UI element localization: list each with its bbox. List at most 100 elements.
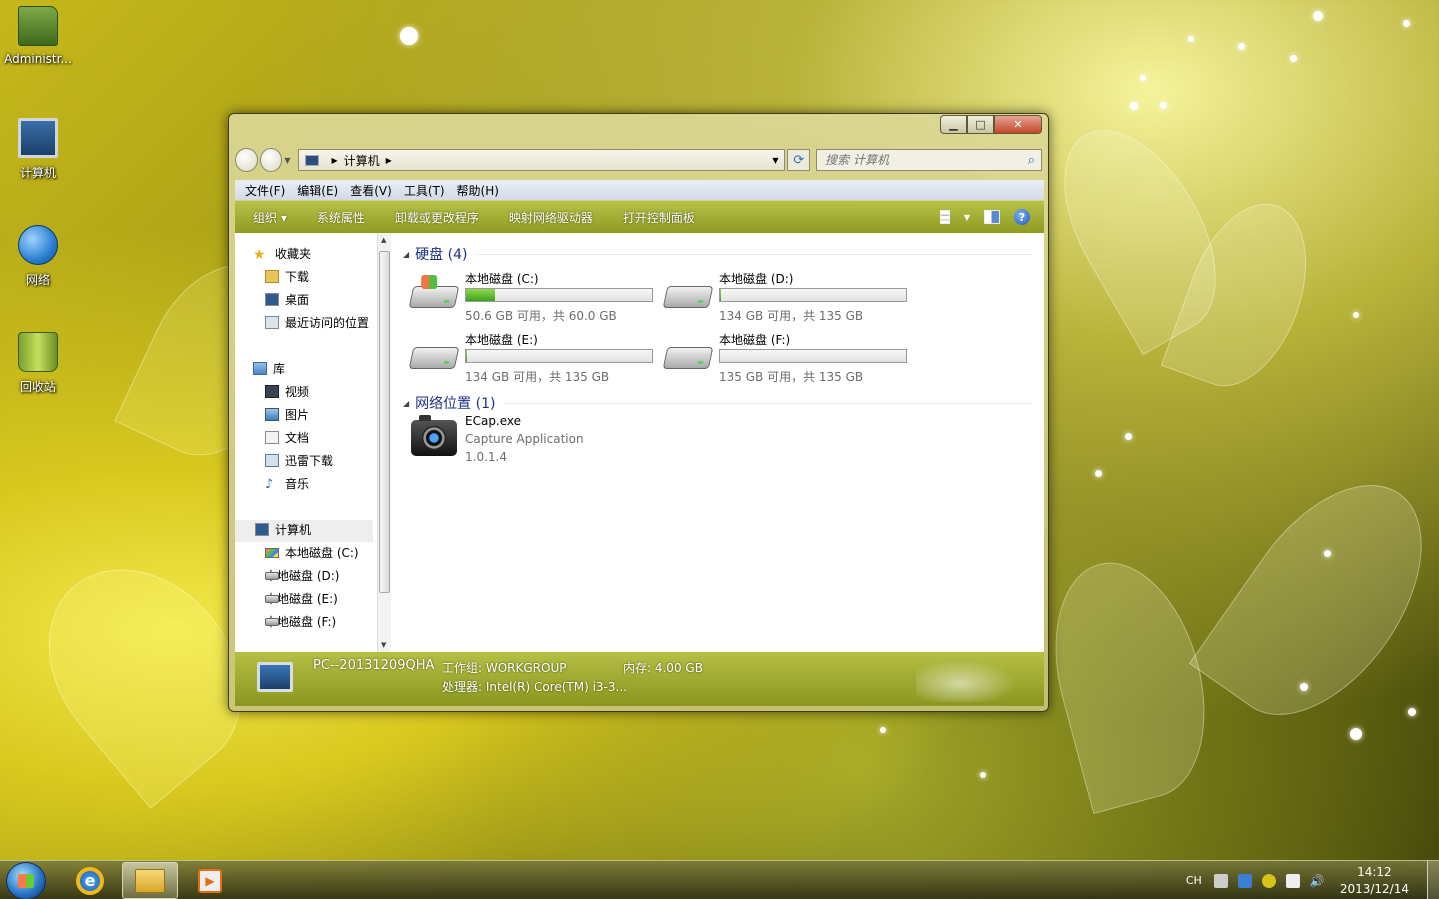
nav-videos[interactable]: 视频 [265, 383, 309, 400]
group-divider [505, 402, 1033, 404]
nav-drive-d[interactable]: 本地磁盘 (D:) [265, 567, 339, 584]
nav-documents[interactable]: 文档 [265, 429, 309, 446]
search-box[interactable]: ⌕ [816, 149, 1043, 171]
desktop-icon-user-folder[interactable]: Administr... [0, 6, 76, 66]
search-input[interactable] [825, 153, 1026, 167]
keyboard-icon[interactable] [1213, 873, 1228, 888]
collapse-triangle-icon[interactable]: ◢ [403, 399, 409, 408]
drive-f[interactable]: 本地磁盘 (F:) 135 GB 可用，共 135 GB [662, 331, 915, 387]
group-header-hard-disks[interactable]: ◢ 硬盘 (4) [403, 244, 1033, 264]
desktop-icon-network[interactable]: 网络 [0, 225, 76, 288]
clock-date: 2013/12/14 [1339, 881, 1409, 896]
navigation-bar: ▼ ▶ 计算机 ▶ ▼ ⟳ ⌕ [235, 147, 1043, 173]
collapse-triangle-icon[interactable]: ◢ [403, 250, 409, 259]
uninstall-program-button[interactable]: 卸载或更改程序 [395, 209, 479, 226]
drive-usage-bar [465, 349, 653, 363]
desktop-icon-recycle-bin[interactable]: 回收站 [0, 332, 76, 395]
nav-label: 最近访问的位置 [285, 316, 370, 330]
nav-downloads[interactable]: 下载 [265, 268, 309, 285]
nav-recent-places[interactable]: 最近访问的位置 [265, 314, 369, 331]
taskbar-explorer[interactable] [122, 862, 178, 899]
nav-pictures[interactable]: 图片 [265, 406, 309, 423]
taskbar-internet-explorer[interactable]: e [62, 862, 118, 899]
volume-icon[interactable]: 🔊 [1310, 874, 1325, 888]
preview-pane-icon[interactable] [984, 210, 1000, 224]
music-note-icon: ♪ [265, 477, 274, 492]
drive-usage-fill [720, 289, 722, 301]
scrollbar-thumb[interactable] [379, 251, 390, 593]
recycle-bin-icon [18, 332, 58, 372]
hard-drive-icon [265, 571, 279, 580]
nav-drive-f[interactable]: 本地磁盘 (F:) [265, 613, 336, 630]
drive-c[interactable]: 本地磁盘 (C:) 50.6 GB 可用，共 60.0 GB [408, 270, 661, 326]
network-status-icon[interactable] [1285, 873, 1300, 888]
desktop-icon-computer[interactable]: 计算机 [0, 118, 76, 181]
forward-button[interactable] [259, 148, 283, 172]
input-language-indicator[interactable]: CH [1186, 874, 1202, 887]
desktop-icon-label: Administr... [4, 52, 72, 66]
maximize-button[interactable]: □ [967, 115, 994, 134]
back-button[interactable] [235, 148, 258, 172]
start-button[interactable] [6, 862, 46, 899]
explorer-window[interactable]: ▁ □ ✕ ▼ ▶ 计算机 ▶ ▼ ⟳ ⌕ 文件(F) 编辑(E) 查看(V) … [228, 113, 1049, 712]
caption-buttons: ▁ □ ✕ [940, 115, 1042, 134]
nav-favorites[interactable]: ★ 收藏夹 [253, 245, 312, 263]
address-bar[interactable]: ▶ 计算机 ▶ ▼ [298, 149, 786, 171]
hard-drive-icon [265, 594, 279, 603]
nav-label: 收藏夹 [275, 247, 312, 261]
internet-explorer-icon: e [76, 866, 104, 895]
memory-info: 内存: 4.00 GB [623, 661, 703, 675]
nav-drive-c[interactable]: 本地磁盘 (C:) [265, 544, 359, 561]
scroll-down-icon[interactable]: ▼ [381, 641, 386, 649]
group-header-network[interactable]: ◢ 网络位置 (1) [403, 393, 1033, 413]
view-dropdown-icon[interactable]: ▼ [964, 213, 970, 222]
help-icon[interactable]: ? [1014, 209, 1030, 225]
nav-xunlei-downloads[interactable]: 迅雷下载 [265, 452, 333, 469]
nav-computer[interactable]: 计算机 [255, 521, 311, 538]
network-item-ecap[interactable]: ECap.exe Capture Application 1.0.1.4 [411, 414, 661, 474]
breadcrumb-arrow-icon[interactable]: ▶ [331, 156, 337, 165]
change-view-icon[interactable] [939, 210, 950, 224]
network-app-icon[interactable] [1237, 873, 1252, 888]
drive-usage-bar [719, 288, 907, 302]
taskbar-media-player[interactable]: ▶ [182, 862, 238, 899]
show-desktop-button[interactable] [1427, 861, 1439, 899]
computer-icon [305, 154, 320, 166]
organize-button[interactable]: 组织 ▾ [253, 209, 287, 226]
menu-tools[interactable]: 工具(T) [404, 182, 445, 199]
nav-drive-e[interactable]: 本地磁盘 (E:) [265, 590, 338, 607]
scroll-up-icon[interactable]: ▲ [381, 236, 386, 244]
nav-libraries[interactable]: 库 [253, 360, 285, 377]
drive-e[interactable]: 本地磁盘 (E:) 134 GB 可用，共 135 GB [408, 331, 661, 387]
video-icon [265, 385, 279, 398]
computer-icon [257, 662, 293, 692]
workgroup-info: 工作组: WORKGROUP [442, 661, 567, 675]
minimize-button[interactable]: ▁ [940, 115, 967, 134]
security-icon[interactable] [1261, 873, 1276, 888]
nav-pane-scrollbar[interactable]: ▲ ▼ [377, 233, 391, 652]
menu-help[interactable]: 帮助(H) [457, 182, 499, 199]
clock[interactable]: 14:12 2013/12/14 [1340, 864, 1409, 898]
nav-music[interactable]: ♪ 音乐 [265, 475, 309, 492]
camera-icon [411, 415, 457, 456]
drive-name: 本地磁盘 (D:) [719, 272, 794, 286]
nav-label: 下载 [285, 270, 310, 284]
search-icon[interactable]: ⌕ [1028, 153, 1035, 168]
menu-file[interactable]: 文件(F) [245, 182, 285, 199]
close-button[interactable]: ✕ [994, 115, 1042, 134]
processor-info: 处理器: Intel(R) Core(TM) i3-3... [442, 680, 627, 694]
breadcrumb-arrow-icon[interactable]: ▶ [386, 156, 392, 165]
system-properties-button[interactable]: 系统属性 [317, 209, 365, 226]
menu-view[interactable]: 查看(V) [350, 182, 392, 199]
folder-icon [18, 6, 58, 46]
breadcrumb-computer[interactable]: 计算机 [344, 152, 380, 169]
drive-d[interactable]: 本地磁盘 (D:) 134 GB 可用，共 135 GB [662, 270, 915, 326]
refresh-button[interactable]: ⟳ [787, 149, 811, 171]
address-dropdown-icon[interactable]: ▼ [772, 156, 778, 165]
nav-desktop[interactable]: 桌面 [265, 291, 309, 308]
menu-edit[interactable]: 编辑(E) [297, 182, 338, 199]
open-control-panel-button[interactable]: 打开控制面板 [623, 209, 695, 226]
recent-pages-dropdown[interactable]: ▼ [284, 156, 290, 165]
desktop-icon-label: 计算机 [19, 166, 56, 180]
map-network-drive-button[interactable]: 映射网络驱动器 [509, 209, 593, 226]
